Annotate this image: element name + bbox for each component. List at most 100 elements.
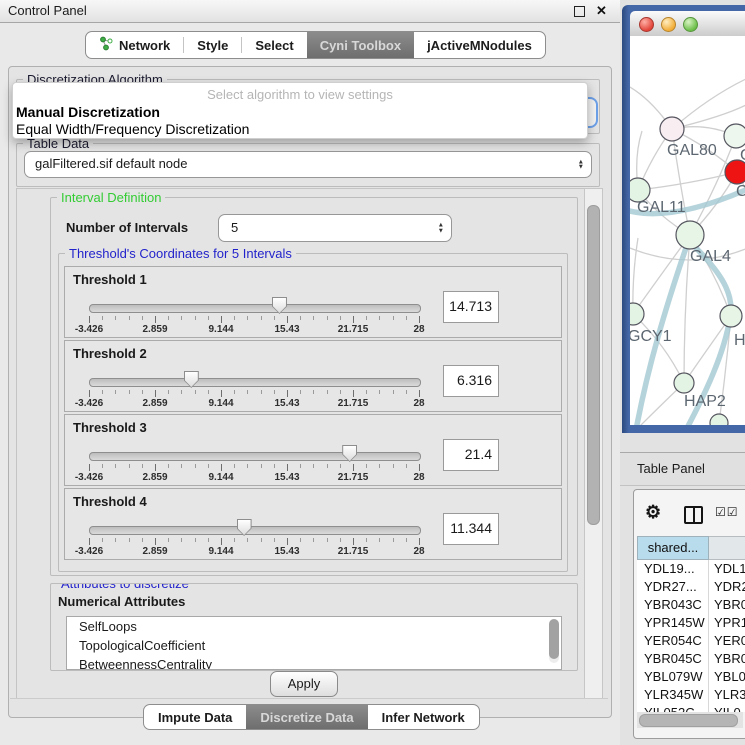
network-node-gal4[interactable] xyxy=(676,221,704,249)
table-row[interactable]: YER054CYER0 xyxy=(637,632,745,650)
table-data-combobox[interactable]: galFiltered.sif default node ▲▼ xyxy=(24,151,592,178)
table-row[interactable]: YDR27...YDR2 xyxy=(637,578,745,596)
tick-label: 21.715 xyxy=(338,324,369,335)
cell-name[interactable]: YER0 xyxy=(709,632,745,650)
table-row[interactable]: YIL052CYIL0 xyxy=(637,704,745,712)
vertical-scrollbar-thumb[interactable] xyxy=(587,205,600,525)
threshold-4-slider-track[interactable] xyxy=(89,526,421,535)
tick-mark xyxy=(208,538,209,542)
close-traffic-light-icon[interactable] xyxy=(639,17,654,32)
threshold-2-slider-track[interactable] xyxy=(89,378,421,387)
cell-name[interactable]: YBR0 xyxy=(709,650,745,668)
cell-shared-name[interactable]: YER054C xyxy=(637,632,709,650)
tab-discretize-data[interactable]: Discretize Data xyxy=(246,705,367,729)
table-row[interactable]: YBR045CYBR0 xyxy=(637,650,745,668)
tick-mark xyxy=(129,316,130,320)
tick-mark xyxy=(195,390,196,394)
tab-impute-data[interactable]: Impute Data xyxy=(144,705,246,729)
network-edge[interactable] xyxy=(633,235,690,314)
network-node-h[interactable] xyxy=(720,305,742,327)
cell-name[interactable]: YBR0 xyxy=(709,596,745,614)
tick-label: 28 xyxy=(413,472,424,483)
table-data-combobox-value: galFiltered.sif default node xyxy=(35,156,187,171)
tab-network[interactable]: Network xyxy=(86,32,183,58)
cell-shared-name[interactable]: YBR045C xyxy=(637,650,709,668)
tab-cyni-toolbox[interactable]: Cyni Toolbox xyxy=(307,32,414,58)
tab-jactivemnodules[interactable]: jActiveMNodules xyxy=(414,32,545,58)
cell-name[interactable]: YBL0 xyxy=(709,668,745,686)
cell-shared-name[interactable]: YDR27... xyxy=(637,578,709,596)
tick-mark xyxy=(247,538,248,542)
cell-name[interactable]: YPR1 xyxy=(709,614,745,632)
attribute-list-item[interactable]: SelfLoops xyxy=(67,617,561,636)
tab-select[interactable]: Select xyxy=(242,32,306,58)
threshold-4-value-field[interactable]: 11.344 xyxy=(443,513,499,545)
table-row[interactable]: YBL079WYBL0 xyxy=(637,668,745,686)
column-layout-icon[interactable] xyxy=(684,506,703,524)
cell-name[interactable]: YDL1 xyxy=(709,560,745,578)
network-node-hap2[interactable] xyxy=(674,373,694,393)
column-header-name[interactable]: na xyxy=(709,536,745,560)
zoom-traffic-light-icon[interactable] xyxy=(683,17,698,32)
tick-mark xyxy=(129,390,130,394)
network-edge[interactable] xyxy=(638,172,737,190)
numerical-attributes-list[interactable]: SelfLoopsTopologicalCoefficientBetweenne… xyxy=(66,616,562,670)
list-scrollbar-thumb[interactable] xyxy=(549,619,559,659)
table-row[interactable]: YDL19...YDL1 xyxy=(637,560,745,578)
float-window-icon[interactable] xyxy=(574,6,585,17)
tick-mark xyxy=(142,538,143,542)
network-node-c[interactable] xyxy=(725,160,745,184)
close-icon[interactable]: ✕ xyxy=(596,3,607,19)
threshold-1-value-field[interactable]: 14.713 xyxy=(443,291,499,323)
threshold-3-value-field[interactable]: 21.4 xyxy=(443,439,499,471)
threshold-2-value-field[interactable]: 6.316 xyxy=(443,365,499,397)
network-node-g[interactable] xyxy=(724,124,745,148)
tick-label: 2.859 xyxy=(142,398,167,409)
network-node-gcy1[interactable] xyxy=(630,303,644,325)
network-canvas[interactable]: GAL80GCGAL11GAL4GCY1HHAP2 xyxy=(630,36,745,425)
cell-name[interactable]: YLR3 xyxy=(709,686,745,704)
network-node-label: C xyxy=(736,183,745,200)
threshold-3-slider-track[interactable] xyxy=(89,452,421,461)
dropdown-item-equal-width-frequency[interactable]: Equal Width/Frequency Discretization xyxy=(16,121,249,137)
tab-infer-network[interactable]: Infer Network xyxy=(368,705,479,729)
column-header-shared-name[interactable]: shared... xyxy=(637,536,709,560)
attribute-list-item[interactable]: BetweennessCentrality xyxy=(67,655,561,670)
network-node[interactable] xyxy=(710,414,728,425)
network-node-gal80[interactable] xyxy=(660,117,684,141)
table-row[interactable]: YPR145WYPR1 xyxy=(637,614,745,632)
number-of-intervals-spinner[interactable]: 5 ▲▼ xyxy=(218,214,452,242)
network-edge[interactable] xyxy=(633,314,684,383)
cell-name[interactable]: YDR2 xyxy=(709,578,745,596)
tick-mark xyxy=(115,538,116,542)
tick-label: 15.43 xyxy=(274,398,299,409)
apply-button[interactable]: Apply xyxy=(270,671,338,697)
tick-mark xyxy=(300,464,301,468)
cell-shared-name[interactable]: YIL052C xyxy=(637,704,709,712)
threshold-1-slider-track[interactable] xyxy=(89,304,421,313)
cell-shared-name[interactable]: YBL079W xyxy=(637,668,709,686)
minimize-traffic-light-icon[interactable] xyxy=(661,17,676,32)
network-edge[interactable] xyxy=(672,78,745,129)
horizontal-scrollbar-thumb[interactable] xyxy=(639,714,738,727)
table-row[interactable]: YBR043CYBR0 xyxy=(637,596,745,614)
checkbox-icons[interactable]: ☑☑ xyxy=(715,505,739,519)
table-panel-header: Table Panel xyxy=(620,452,745,486)
cell-name[interactable]: YIL0 xyxy=(709,704,745,712)
tab-style[interactable]: Style xyxy=(184,32,241,58)
threshold-1-label: Threshold 1 xyxy=(73,272,147,287)
threshold-1-value: 14.713 xyxy=(449,298,492,314)
cell-shared-name[interactable]: YDL19... xyxy=(637,560,709,578)
attribute-list-item[interactable]: TopologicalCoefficient xyxy=(67,636,561,655)
cell-shared-name[interactable]: YPR145W xyxy=(637,614,709,632)
cell-shared-name[interactable]: YBR043C xyxy=(637,596,709,614)
control-panel-title: Control Panel xyxy=(8,3,87,18)
divider xyxy=(10,698,608,699)
table-row[interactable]: YLR345WYLR3 xyxy=(637,686,745,704)
tab-cyni-toolbox-label: Cyni Toolbox xyxy=(320,38,401,53)
network-icon xyxy=(99,36,113,54)
gear-icon[interactable]: ⚙ xyxy=(645,502,661,523)
dropdown-item-manual-discretization[interactable]: Manual Discretization xyxy=(16,104,160,120)
cell-shared-name[interactable]: YLR345W xyxy=(637,686,709,704)
list-scrollbar[interactable] xyxy=(549,619,559,663)
